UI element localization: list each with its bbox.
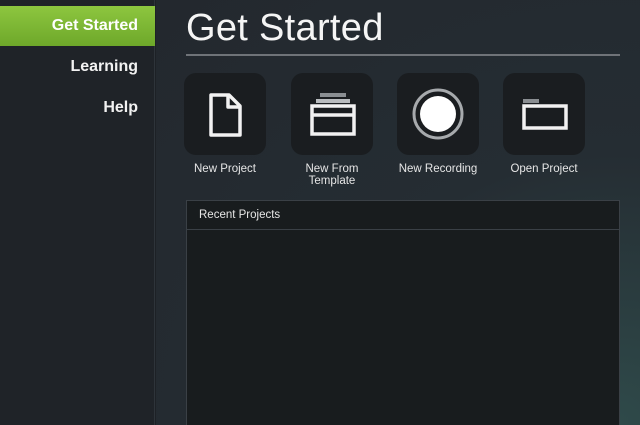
new-recording-tile[interactable] bbox=[397, 73, 479, 155]
main-panel: Get Started New Project New From Templat… bbox=[156, 0, 640, 425]
quick-actions: New Project New From Template New Record… bbox=[184, 73, 616, 193]
new-project-tile[interactable] bbox=[184, 73, 266, 155]
document-icon bbox=[209, 93, 242, 137]
page-title: Get Started bbox=[186, 7, 384, 49]
action-label: New From Template bbox=[305, 163, 359, 187]
new-from-template-button[interactable]: New From Template bbox=[277, 73, 387, 187]
new-recording-button[interactable]: New Recording bbox=[383, 73, 493, 175]
recent-projects-panel: Recent Projects bbox=[186, 200, 620, 425]
recent-projects-list[interactable] bbox=[187, 230, 619, 425]
new-project-button[interactable]: New Project bbox=[170, 73, 280, 175]
new-from-template-tile[interactable] bbox=[291, 73, 373, 155]
open-project-tile[interactable] bbox=[503, 73, 585, 155]
action-label: New Recording bbox=[398, 163, 478, 175]
title-divider bbox=[186, 54, 620, 56]
sidebar-item-label: Help bbox=[103, 99, 138, 116]
template-icon bbox=[310, 93, 356, 136]
record-icon bbox=[412, 88, 464, 140]
sidebar-item-label: Learning bbox=[70, 58, 138, 75]
action-label: New Project bbox=[194, 163, 256, 175]
open-project-button[interactable]: Open Project bbox=[489, 73, 599, 175]
sidebar-item-learning[interactable]: Learning bbox=[0, 47, 155, 87]
action-label: Open Project bbox=[510, 163, 578, 175]
app-window: Get Started Learning Help Get Started Ne… bbox=[0, 0, 640, 425]
sidebar-item-get-started[interactable]: Get Started bbox=[0, 6, 155, 46]
sidebar-item-label: Get Started bbox=[51, 17, 138, 34]
recent-projects-header: Recent Projects bbox=[187, 201, 619, 230]
sidebar: Get Started Learning Help bbox=[0, 0, 155, 425]
sidebar-item-help[interactable]: Help bbox=[0, 88, 155, 128]
folder-icon bbox=[522, 99, 568, 130]
